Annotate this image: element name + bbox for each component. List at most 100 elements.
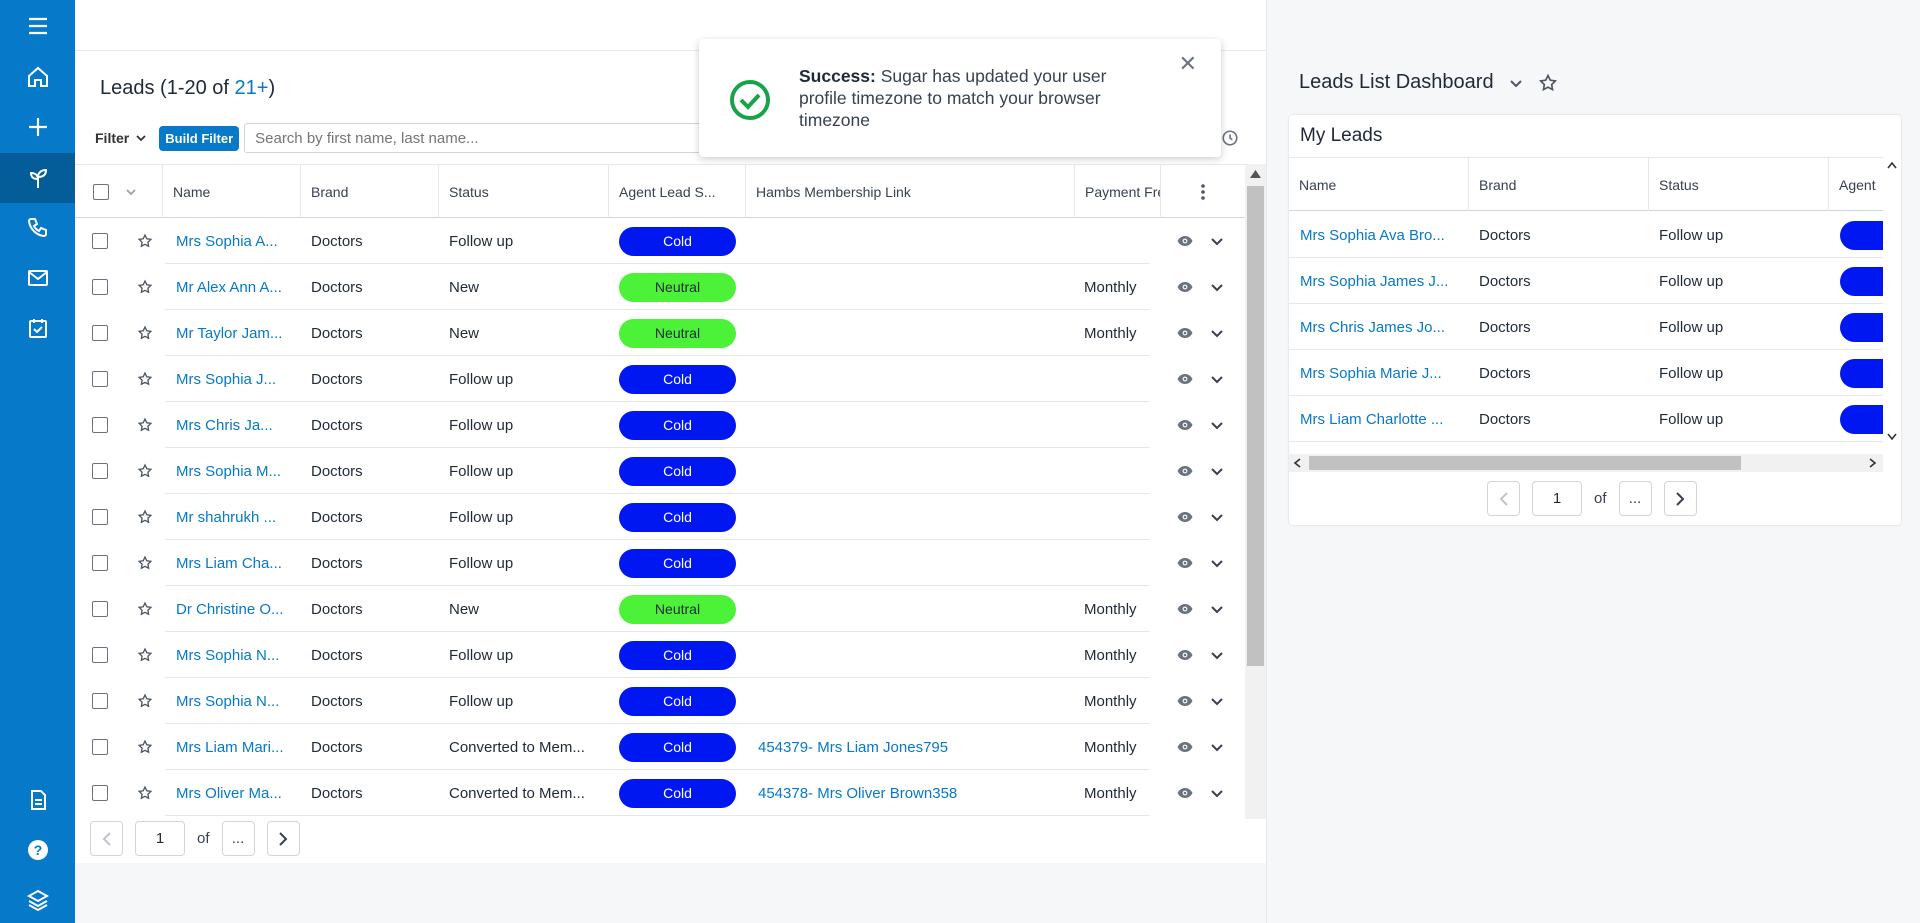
lead-name-link[interactable]: Mr Alex Ann A... <box>176 264 296 310</box>
next-page-button[interactable] <box>266 821 300 856</box>
membership-link[interactable] <box>758 678 1068 724</box>
eye-icon[interactable] <box>1177 540 1197 586</box>
chevron-down-icon[interactable] <box>1210 494 1230 540</box>
chevron-down-icon[interactable] <box>1210 448 1230 494</box>
membership-link[interactable] <box>758 448 1068 494</box>
select-all-checkbox[interactable] <box>93 183 109 200</box>
membership-link[interactable] <box>758 586 1068 632</box>
document-icon[interactable] <box>0 775 75 825</box>
layers-icon[interactable] <box>0 875 75 923</box>
row-checkbox[interactable] <box>92 739 108 755</box>
dl-lead-name-link[interactable]: Mrs Liam Charlotte ... <box>1300 396 1465 442</box>
dl-col-brand[interactable]: Brand <box>1469 158 1649 211</box>
membership-link[interactable] <box>758 402 1068 448</box>
row-checkbox[interactable] <box>92 463 108 479</box>
dl-total-pages-button[interactable]: ... <box>1618 481 1652 516</box>
mail-icon[interactable] <box>0 253 75 303</box>
chevron-down-icon[interactable] <box>1210 632 1230 678</box>
dl-lead-name-link[interactable]: Mrs Sophia Marie J... <box>1300 350 1465 396</box>
star-icon[interactable] <box>137 402 157 448</box>
lead-name-link[interactable]: Mr shahrukh ... <box>176 494 296 540</box>
chevron-down-icon[interactable] <box>1210 586 1230 632</box>
eye-icon[interactable] <box>1177 770 1197 816</box>
chevron-down-icon[interactable] <box>1210 724 1230 770</box>
lead-name-link[interactable]: Mrs Sophia J... <box>176 356 296 402</box>
star-icon[interactable] <box>137 586 157 632</box>
col-agent-lead-status[interactable]: Agent Lead S... <box>609 165 746 218</box>
chevron-down-icon[interactable] <box>1210 264 1230 310</box>
lead-name-link[interactable]: Mrs Sophia M... <box>176 448 296 494</box>
row-checkbox[interactable] <box>92 233 108 249</box>
row-checkbox[interactable] <box>92 371 108 387</box>
row-checkbox[interactable] <box>92 601 108 617</box>
membership-link[interactable] <box>758 632 1068 678</box>
eye-icon[interactable] <box>1177 678 1197 724</box>
dashlet-vscroll[interactable] <box>1883 157 1901 447</box>
eye-icon[interactable] <box>1177 586 1197 632</box>
lead-name-link[interactable]: Dr Christine O... <box>176 586 296 632</box>
dl-col-agent[interactable]: Agent <box>1829 158 1883 211</box>
chevron-down-icon[interactable] <box>1210 218 1230 264</box>
more-options-icon[interactable] <box>1161 165 1245 218</box>
eye-icon[interactable] <box>1177 402 1197 448</box>
lead-name-link[interactable]: Mrs Oliver Ma... <box>176 770 296 816</box>
row-checkbox[interactable] <box>92 509 108 525</box>
home-icon[interactable] <box>0 52 75 102</box>
eye-icon[interactable] <box>1177 448 1197 494</box>
dl-page-number-input[interactable]: 1 <box>1532 481 1582 516</box>
star-icon[interactable] <box>137 494 157 540</box>
menu-icon[interactable] <box>0 1 75 51</box>
chevron-down-icon[interactable] <box>125 186 137 198</box>
membership-link[interactable]: 454378- Mrs Oliver Brown358 <box>758 770 1068 816</box>
row-checkbox[interactable] <box>92 325 108 341</box>
filter-dropdown[interactable]: Filter <box>95 130 147 146</box>
dashlet-hscroll[interactable] <box>1289 454 1883 472</box>
dl-prev-page-button[interactable] <box>1487 481 1520 516</box>
page-number-input[interactable]: 1 <box>135 821 185 856</box>
membership-link[interactable] <box>758 264 1068 310</box>
membership-link[interactable] <box>758 494 1068 540</box>
membership-link[interactable] <box>758 310 1068 356</box>
row-checkbox[interactable] <box>92 785 108 801</box>
dl-lead-name-link[interactable]: Mrs Chris James Jo... <box>1300 304 1465 350</box>
phone-icon[interactable] <box>0 203 75 253</box>
col-payment-frequency[interactable]: Payment Fre <box>1075 165 1161 218</box>
eye-icon[interactable] <box>1177 264 1197 310</box>
lead-name-link[interactable]: Mrs Sophia N... <box>176 678 296 724</box>
row-checkbox[interactable] <box>92 693 108 709</box>
build-filter-button[interactable]: Build Filter <box>159 125 240 151</box>
star-icon[interactable] <box>137 264 157 310</box>
row-checkbox[interactable] <box>92 417 108 433</box>
star-icon[interactable] <box>137 724 157 770</box>
eye-icon[interactable] <box>1177 724 1197 770</box>
dl-col-status[interactable]: Status <box>1649 158 1829 211</box>
col-status[interactable]: Status <box>439 165 609 218</box>
col-name[interactable]: Name <box>163 165 301 218</box>
dl-next-page-button[interactable] <box>1663 481 1697 516</box>
eye-icon[interactable] <box>1177 356 1197 402</box>
star-icon[interactable] <box>137 218 157 264</box>
star-icon[interactable] <box>137 632 157 678</box>
chevron-down-icon[interactable] <box>1508 75 1524 91</box>
chevron-down-icon[interactable] <box>1210 402 1230 448</box>
star-icon[interactable] <box>137 770 157 816</box>
eye-icon[interactable] <box>1177 494 1197 540</box>
chevron-down-icon[interactable] <box>1210 540 1230 586</box>
total-pages-button[interactable]: ... <box>221 821 255 856</box>
dl-lead-name-link[interactable]: Mrs Sophia James J... <box>1300 258 1465 304</box>
row-checkbox[interactable] <box>92 279 108 295</box>
table-scrollbar[interactable] <box>1245 164 1266 819</box>
membership-link[interactable] <box>758 218 1068 264</box>
chevron-down-icon[interactable] <box>1210 678 1230 724</box>
lead-name-link[interactable]: Mrs Sophia A... <box>176 218 296 264</box>
star-icon[interactable] <box>137 448 157 494</box>
close-icon[interactable]: ✕ <box>1179 51 1197 77</box>
col-brand[interactable]: Brand <box>301 165 439 218</box>
prev-page-button[interactable] <box>90 821 123 856</box>
row-checkbox[interactable] <box>92 647 108 663</box>
dl-col-name[interactable]: Name <box>1289 158 1469 211</box>
eye-icon[interactable] <box>1177 310 1197 356</box>
help-icon[interactable]: ? <box>0 825 75 875</box>
scrollbar-thumb[interactable] <box>1247 186 1264 666</box>
star-icon[interactable] <box>1538 73 1558 93</box>
